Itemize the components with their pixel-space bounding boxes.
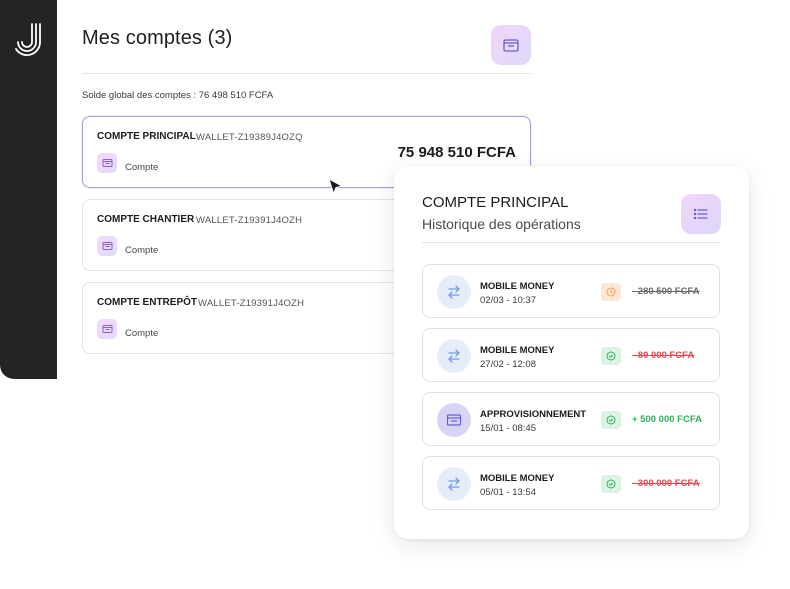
history-divider [422,242,720,243]
history-subtitle: Historique des opérations [422,216,581,232]
wallet-icon [97,319,117,339]
operation-label: MOBILE MONEY [480,281,555,292]
transfer-arrows-icon [437,275,471,309]
account-wallet-id: WALLET-Z19389J4OZQ [196,132,303,143]
operation-amount: - 280 500 FCFA [632,286,700,297]
wallet-icon [97,153,117,173]
global-balance: Solde global des comptes : 76 498 510 FC… [82,90,274,101]
account-type: Compte [125,328,159,339]
wallet-icon [503,39,519,52]
account-name: COMPTE ENTREPÔT [97,297,198,308]
account-name: COMPTE CHANTIER [97,214,195,225]
check-circle-icon [601,411,621,429]
operation-amount: + 500 000 FCFA [632,414,702,425]
operation-row[interactable]: MOBILE MONEY 27/02 - 12:08 - 80 000 FCFA [422,328,720,382]
operation-row[interactable]: MOBILE MONEY 05/01 - 13:54 - 300 000 FCF… [422,456,720,510]
account-balance: 75 948 510 FCFA [397,144,516,161]
wallet-icon [437,403,471,437]
app-stage: Mes comptes (3) Solde global des comptes… [0,0,790,589]
operation-row[interactable]: MOBILE MONEY 02/03 - 10:37 - 280 500 FCF… [422,264,720,318]
operation-date: 27/02 - 12:08 [480,359,536,370]
page-title: Mes comptes (3) [82,27,233,49]
operation-date: 02/03 - 10:37 [480,295,536,306]
list-view-button[interactable] [681,194,721,234]
mouse-cursor-icon [328,178,344,195]
check-circle-icon [601,475,621,493]
operation-label: MOBILE MONEY [480,473,555,484]
check-circle-icon [601,347,621,365]
account-wallet-id: WALLET-Z19391J4OZH [198,298,305,309]
history-title: COMPTE PRINCIPAL [422,194,569,211]
sidebar [0,0,57,379]
history-panel: COMPTE PRINCIPAL Historique des opératio… [394,166,749,539]
brand-logo-icon [15,23,41,56]
account-type: Compte [125,245,159,256]
clock-icon [601,283,621,301]
operation-date: 05/01 - 13:54 [480,487,536,498]
transfer-arrows-icon [437,467,471,501]
operation-label: APPROVISIONNEMENT [480,409,587,420]
operation-date: 15/01 - 08:45 [480,423,536,434]
operation-amount: - 80 000 FCFA [632,350,695,361]
transfer-arrows-icon [437,339,471,373]
account-name: COMPTE PRINCIPAL [97,131,196,142]
account-wallet-id: WALLET-Z19391J4OZH [196,215,303,226]
header-divider [82,73,531,74]
operation-amount: - 300 000 FCFA [632,478,700,489]
operation-label: MOBILE MONEY [480,345,555,356]
wallet-button[interactable] [491,25,531,65]
wallet-icon [97,236,117,256]
operation-row[interactable]: APPROVISIONNEMENT 15/01 - 08:45 + 500 00… [422,392,720,446]
account-type: Compte [125,162,159,173]
list-icon [693,208,708,220]
